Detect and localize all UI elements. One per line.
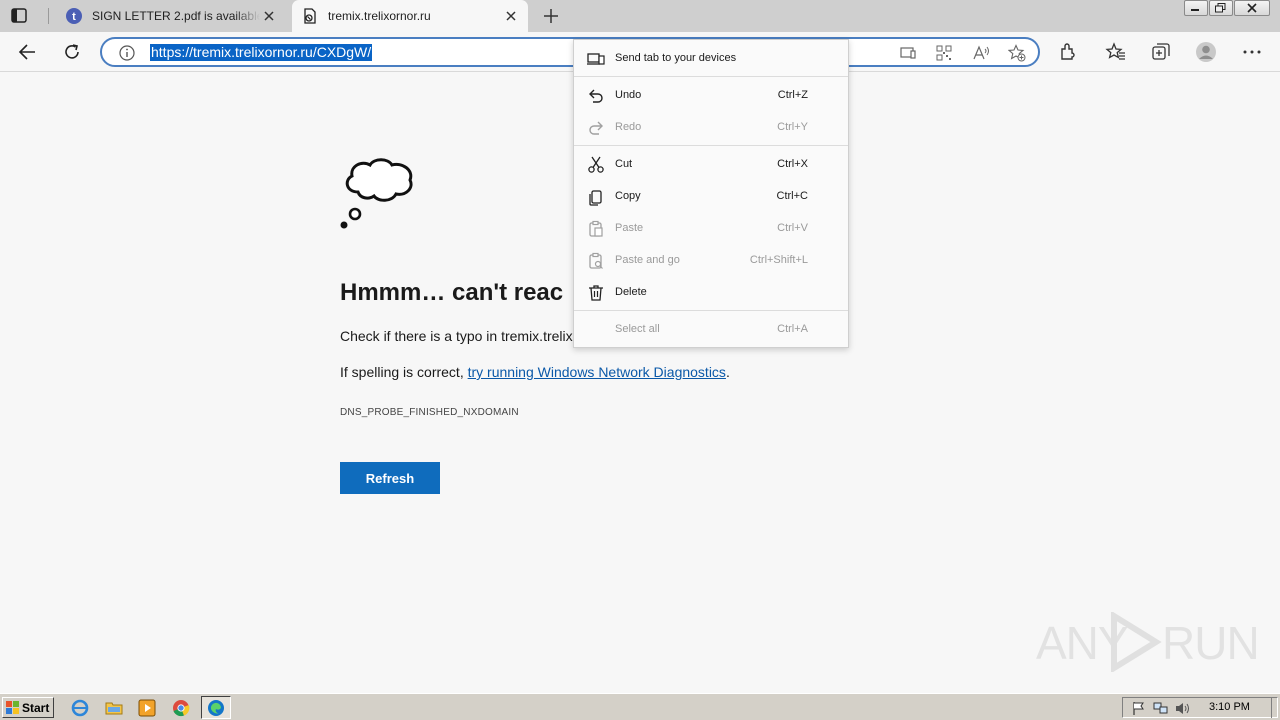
close-tab-icon[interactable] [262,9,276,23]
read-aloud-icon[interactable] [972,44,990,62]
tab-title: tremix.trelixornor.ru [328,9,431,23]
menu-item-label: Redo [615,121,642,133]
menu-item-undo[interactable]: Undo Ctrl+Z [574,79,848,111]
menu-item-label: Select all [615,323,660,335]
back-arrow-icon[interactable] [17,41,39,63]
menu-item-label: Undo [615,89,642,101]
start-label: Start [22,701,50,715]
url-text[interactable]: https://tremix.trelixornor.ru/CXDgW/ [150,44,373,61]
menu-item-shortcut: Ctrl+X [777,158,808,170]
menu-item-label: Cut [615,158,633,170]
internet-explorer-icon[interactable] [71,699,89,717]
close-tab-icon[interactable] [504,9,518,23]
anyrun-watermark: ANY RUN [1036,608,1260,672]
send-tab-icon [587,50,605,68]
menu-item-label: Paste and go [615,254,680,266]
undo-icon [587,87,605,105]
show-desktop-button[interactable] [1271,697,1278,718]
profile-avatar-icon[interactable] [1195,41,1217,63]
minimize-button[interactable] [1184,0,1208,16]
more-options-icon[interactable] [1241,41,1263,63]
extensions-icon[interactable] [1057,41,1079,63]
menu-separator [574,145,848,146]
diagnostics-prefix: If spelling is correct, [340,364,468,380]
thought-cloud-icon [338,156,416,232]
network-icon[interactable] [1153,701,1168,716]
menu-item-shortcut: Ctrl+Y [777,121,808,133]
paste-icon [587,220,605,238]
edge-icon [208,700,224,716]
start-button[interactable]: Start [2,697,54,718]
volume-icon[interactable] [1175,701,1190,716]
menu-item-select-all: Select all Ctrl+A [574,313,848,345]
menu-item-label: Send tab to your devices [615,52,737,64]
edge-taskbar-button[interactable] [201,696,231,719]
tab-separator [48,8,49,24]
file-explorer-icon[interactable] [105,699,123,717]
chrome-icon[interactable] [172,699,190,717]
watermark-right-text: RUN [1162,617,1260,669]
trash-icon [587,284,605,302]
menu-item-shortcut: Ctrl+V [777,222,808,234]
context-menu: Send tab to your devices Undo Ctrl+Z Red… [573,39,849,348]
menu-separator [574,310,848,311]
paste-go-icon [587,252,605,270]
site-info-icon[interactable] [118,44,136,62]
new-tab-icon[interactable] [542,7,560,25]
menu-item-label: Copy [615,190,641,202]
menu-item-shortcut: Ctrl+C [776,190,808,202]
menu-item-paste-and-go: Paste and go Ctrl+Shift+L [574,244,848,276]
taskbar: Start 3:10 PM [0,693,1280,720]
refresh-button[interactable]: Refresh [340,462,440,494]
menu-item-cut[interactable]: Cut Ctrl+X [574,148,848,180]
scissors-icon [587,156,605,174]
media-player-icon[interactable] [138,699,156,717]
reload-icon[interactable] [61,41,83,63]
windows-flag-icon [6,701,20,715]
add-favorite-icon[interactable] [1007,44,1026,62]
diagnostics-suffix: . [725,364,730,380]
tab-favicon-icon: t [66,8,82,24]
close-window-button[interactable] [1234,0,1270,16]
redo-icon [587,119,605,137]
tab-title: SIGN LETTER 2.pdf is available f [92,9,260,23]
qr-code-icon[interactable] [935,44,953,62]
menu-item-label: Delete [615,286,647,298]
tab-actions-icon[interactable] [10,7,30,25]
clock: 3:10 PM [1209,701,1250,713]
network-diagnostics-link[interactable]: try running Windows Network Diagnostics [468,364,726,380]
error-title: Hmmm… can't reac [340,279,564,306]
tab-sign-letter[interactable]: t SIGN LETTER 2.pdf is available f [56,0,286,32]
page-error-favicon-icon [302,8,318,24]
address-bar[interactable]: https://tremix.trelixornor.ru/CXDgW/ [100,37,1040,67]
action-center-flag-icon[interactable] [1131,701,1146,716]
menu-item-send-tab[interactable]: Send tab to your devices [574,42,848,74]
app-available-icon[interactable] [899,44,917,62]
menu-item-label: Paste [615,222,644,234]
play-logo-icon [1111,612,1162,672]
menu-item-shortcut: Ctrl+Shift+L [749,254,808,266]
menu-item-redo: Redo Ctrl+Y [574,111,848,143]
error-message-typo: Check if there is a typo in tremix.treli… [340,328,581,344]
svg-text:t: t [72,11,76,23]
menu-item-shortcut: Ctrl+Z [777,89,808,101]
tab-tremix[interactable]: tremix.trelixornor.ru [292,0,528,32]
favorites-icon[interactable] [1105,41,1127,63]
menu-item-delete[interactable]: Delete [574,276,848,308]
error-message-diagnostics: If spelling is correct, try running Wind… [340,364,730,380]
tab-strip: t SIGN LETTER 2.pdf is available f tremi… [0,0,1280,32]
copy-icon [587,188,605,206]
restore-button[interactable] [1209,0,1233,16]
menu-item-shortcut: Ctrl+A [777,323,808,335]
menu-item-paste: Paste Ctrl+V [574,212,848,244]
menu-item-copy[interactable]: Copy Ctrl+C [574,180,848,212]
collections-icon[interactable] [1150,41,1172,63]
error-code: DNS_PROBE_FINISHED_NXDOMAIN [340,407,519,418]
menu-separator [574,76,848,77]
system-tray: 3:10 PM [1122,697,1278,718]
